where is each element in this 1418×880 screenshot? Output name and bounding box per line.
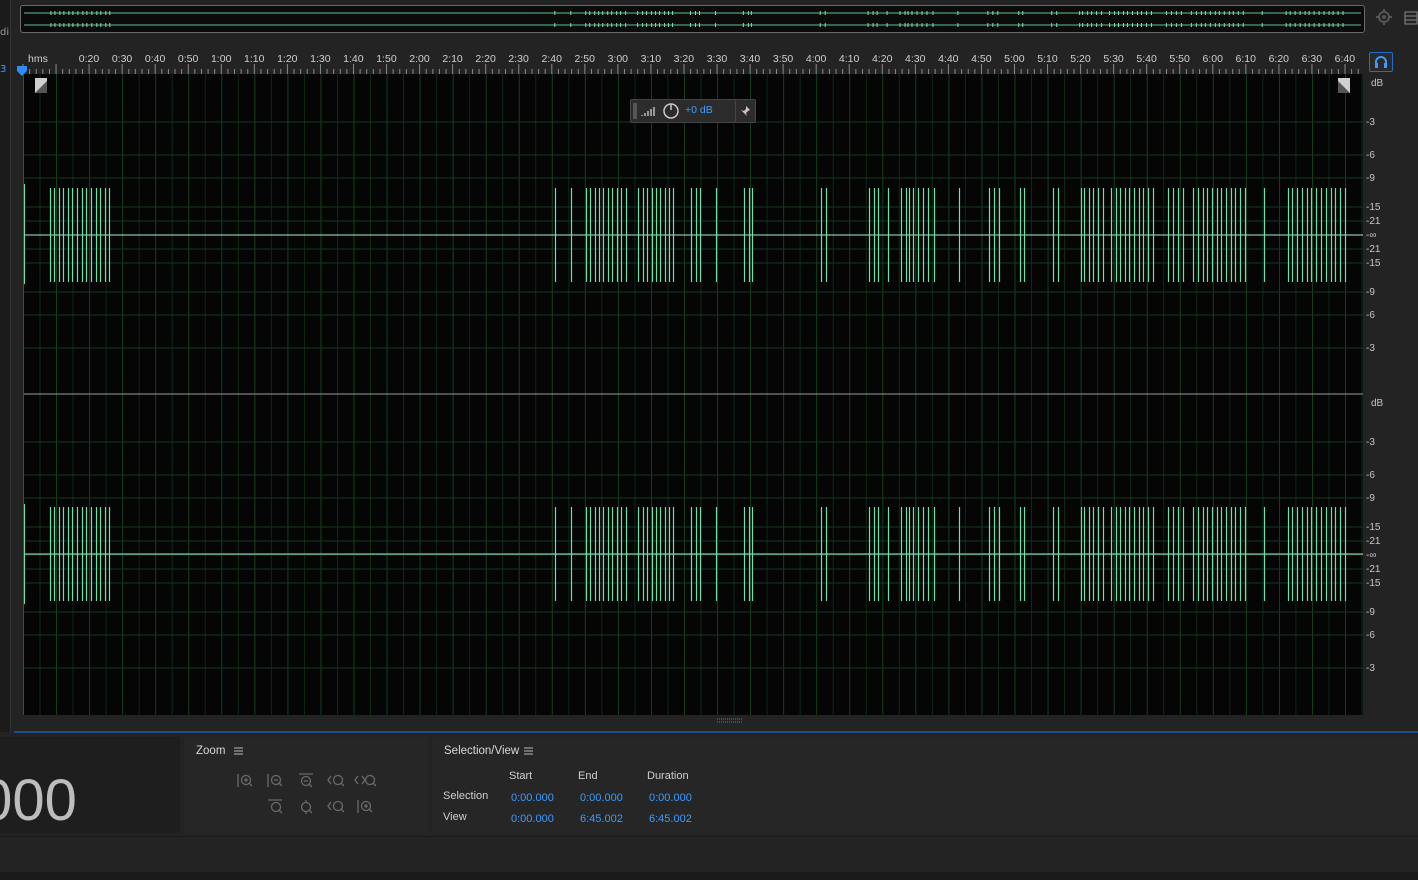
zoom-center-icon[interactable] [295, 798, 317, 816]
overview-settings-icon[interactable] [1375, 8, 1393, 26]
view-start-field[interactable]: 0:00.000 [511, 813, 554, 825]
db-scale: dB -3 -6 -9 -15 -21 -∞ -21 -15 -9 -6 -3 dB -3 -6 -9 -15 -… [1363, 74, 1418, 715]
db-scale-label: -21 [1366, 564, 1381, 575]
db-scale-label: -3 [1366, 663, 1375, 674]
db-scale-label: -15 [1366, 258, 1381, 269]
selection-view-panel: Selection/View Start End Duration Select… [432, 737, 1418, 833]
db-scale-label: -6 [1366, 150, 1375, 161]
db-scale-label: -9 [1366, 607, 1375, 618]
status-bar-bottom [0, 872, 1418, 880]
db-scale-label: -9 [1366, 493, 1375, 504]
gain-hud[interactable]: +0 dB [630, 99, 756, 123]
selection-view-menu-icon[interactable] [524, 747, 533, 755]
db-scale-label: -6 [1366, 470, 1375, 481]
db-scale-label: -21 [1366, 244, 1381, 255]
db-scale-label: -∞ [1366, 550, 1377, 561]
current-time-display[interactable]: .000 [0, 767, 77, 834]
db-scale-label: -9 [1366, 173, 1375, 184]
gain-value[interactable]: +0 dB [685, 104, 713, 116]
selection-start-field[interactable]: 0:00.000 [511, 792, 554, 804]
zoom-panel-title: Zoom [196, 745, 226, 757]
db-scale-label: -15 [1366, 578, 1381, 589]
zoom-in-time-icon[interactable] [325, 772, 347, 790]
time-panel: .000 [0, 737, 180, 833]
header-end: End [578, 770, 598, 782]
zoom-selection-right-icon[interactable] [354, 798, 376, 816]
waveform-editor[interactable] [23, 74, 1363, 715]
row-label-view: View [443, 811, 467, 823]
zoom-out-time-icon[interactable] [354, 772, 376, 790]
selection-end-field[interactable]: 0:00.000 [580, 792, 623, 804]
db-scale-label: -3 [1366, 343, 1375, 354]
zoom-out-full-icon[interactable] [295, 772, 317, 790]
db-scale-label: -21 [1366, 216, 1381, 227]
db-scale-label: -6 [1366, 630, 1375, 641]
level-meter-icon [641, 107, 655, 116]
selection-view-title: Selection/View [444, 745, 520, 757]
zoom-to-selection-icon[interactable] [264, 798, 286, 816]
headphones-icon [1375, 56, 1387, 68]
left-edge-number: 3 [0, 64, 7, 75]
selection-duration-field[interactable]: 0:00.000 [649, 792, 692, 804]
db-scale-label: -3 [1366, 117, 1375, 128]
fade-in-handle-icon[interactable] [35, 78, 47, 93]
volume-knob-icon[interactable] [662, 102, 680, 120]
db-scale-label: -6 [1366, 310, 1375, 321]
db-scale-label: dB [1371, 398, 1384, 409]
time-ruler[interactable]: hms 0:20 0:30 0:40 0:50 1:00 1:10 1:20 1:30 1:40… [22, 50, 1362, 74]
panel-menu-icon[interactable] [1404, 10, 1418, 25]
waveform-display [23, 74, 1363, 715]
db-scale-label: -9 [1366, 287, 1375, 298]
headphone-monitor-button[interactable] [1369, 52, 1393, 72]
pin-icon[interactable] [739, 105, 751, 117]
panel-divider [14, 731, 1418, 733]
horizontal-scrollbar[interactable] [23, 716, 1418, 725]
view-duration-field[interactable]: 6:45.002 [649, 813, 692, 825]
start-line [23, 74, 24, 715]
zoom-selection-left-icon[interactable] [325, 798, 347, 816]
header-start: Start [509, 770, 533, 782]
db-scale-label: -15 [1366, 522, 1381, 533]
zoom-out-amplitude-icon[interactable] [264, 772, 286, 790]
db-scale-label: -21 [1366, 536, 1381, 547]
view-end-field[interactable]: 6:45.002 [580, 813, 623, 825]
db-scale-label: dB [1371, 78, 1384, 89]
left-edge-label: di [0, 27, 10, 38]
zoom-menu-icon[interactable] [234, 747, 243, 755]
zoom-in-amplitude-icon[interactable] [234, 772, 256, 790]
db-scale-label: -3 [1366, 437, 1375, 448]
db-scale-label: -∞ [1366, 230, 1377, 241]
zoom-panel: Zoom [184, 737, 428, 833]
fade-out-handle-icon[interactable] [1338, 78, 1350, 93]
overview-navigator[interactable] [20, 5, 1365, 33]
db-scale-label: -15 [1366, 202, 1381, 213]
row-label-selection: Selection [443, 790, 489, 802]
overview-waveform [24, 11, 1361, 27]
playhead-marker-icon[interactable] [16, 62, 28, 76]
header-duration: Duration [647, 770, 689, 782]
left-panel-edge [0, 0, 11, 732]
status-bar [0, 836, 1418, 873]
